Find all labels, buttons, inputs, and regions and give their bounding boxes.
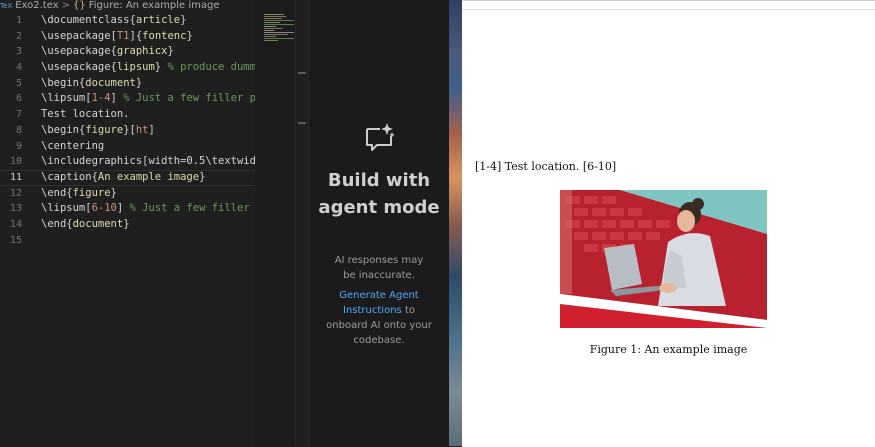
symbol-icon: {} <box>73 0 86 11</box>
code-text[interactable]: \lipsum[1-4] % Just a few filler p <box>41 91 256 107</box>
code-text[interactable]: \caption{An example image} <box>41 171 205 185</box>
minimap-row <box>264 22 280 23</box>
code-text[interactable]: \begin{figure}[ht] <box>41 123 155 139</box>
breadcrumb-separator: > <box>61 0 70 11</box>
minimap-row <box>264 28 282 29</box>
figure-caption: Figure 1: An example image <box>589 343 748 356</box>
minimap-row <box>264 38 294 39</box>
breadcrumb-symbol[interactable]: Figure: An example image <box>89 0 220 11</box>
minimap-row <box>264 36 276 37</box>
code-text[interactable]: \usepackage[T1]{fontenc} <box>41 29 193 45</box>
line-number: 7 <box>15 109 22 121</box>
line-number: 14 <box>9 218 22 230</box>
code-line[interactable]: 8 \begin{figure}[ht] <box>0 123 255 139</box>
minimap-row <box>264 30 274 31</box>
minimap-row <box>264 14 284 15</box>
tex-file-icon: TeX <box>0 2 13 10</box>
breadcrumb-file[interactable]: Exo2.tex <box>15 0 58 11</box>
code-line[interactable]: 12 \end{figure} <box>0 186 255 202</box>
code-line[interactable]: 1 \documentclass{article} <box>0 13 255 29</box>
line-number: 6 <box>15 93 22 105</box>
code-line[interactable]: 5 \begin{document} <box>0 76 255 92</box>
minimap-row <box>264 40 278 41</box>
code-text[interactable]: \end{document} <box>41 217 130 233</box>
line-number: 12 <box>9 187 22 199</box>
desktop-wallpaper <box>449 0 462 446</box>
scrollbar-marker <box>298 72 306 74</box>
line-number: 3 <box>15 46 22 58</box>
minimap[interactable] <box>255 0 295 446</box>
pdf-body-text: [1-4] Test location. [6-10] <box>475 160 617 173</box>
code-editor[interactable]: TeX Exo2.tex >{} Figure: An example image 1… <box>0 0 256 446</box>
agent-panel: Build with agent mode AI responses may b… <box>308 0 449 446</box>
minimap-row <box>264 18 282 19</box>
code-text[interactable]: \documentclass{article} <box>41 13 186 29</box>
code-line[interactable]: 13 \lipsum[6-10] % Just a few filler <box>0 201 255 217</box>
code-line[interactable]: 6 \lipsum[1-4] % Just a few filler p <box>0 91 256 107</box>
minimap-row <box>264 34 288 35</box>
code-text[interactable]: \usepackage{graphicx} <box>41 44 174 60</box>
example-image <box>560 190 767 328</box>
code-line[interactable]: 9 \centering <box>0 139 255 155</box>
minimap-row <box>264 20 294 21</box>
code-text[interactable]: \lipsum[6-10] % Just a few filler <box>41 201 256 217</box>
line-number: 13 <box>9 203 22 215</box>
agent-title: Build with agent mode <box>318 170 440 218</box>
line-number: 10 <box>9 156 22 168</box>
code-text[interactable]: \centering <box>41 139 104 155</box>
code-text[interactable]: \begin{document} <box>41 76 142 92</box>
line-number: 2 <box>15 30 22 42</box>
code-line[interactable]: 4 \usepackage{lipsum} % produce dumm <box>0 60 256 76</box>
line-number: 9 <box>15 140 22 152</box>
code-text[interactable]: Test location. <box>41 107 130 123</box>
minimap-row <box>264 24 294 25</box>
line-number: 8 <box>15 124 22 136</box>
line-number: 1 <box>15 15 22 26</box>
agent-disclaimer: AI responses may be inaccurate. <box>334 255 424 281</box>
line-number: 5 <box>15 77 22 89</box>
code-line-current[interactable]: 11 \caption{An example image} <box>0 169 255 186</box>
line-number: 11 <box>9 171 22 183</box>
code-line[interactable]: 15 <box>0 233 255 249</box>
minimap-row <box>264 26 276 27</box>
scrollbar-marker <box>298 122 306 124</box>
editor-scrollbar[interactable] <box>295 0 308 446</box>
minimap-row <box>264 32 294 33</box>
code-line[interactable]: 3 \usepackage{graphicx} <box>0 44 255 60</box>
code-text[interactable]: \end{figure} <box>41 186 117 202</box>
line-number: 4 <box>15 62 22 74</box>
code-text[interactable]: \usepackage{lipsum} % produce dumm <box>41 60 256 76</box>
code-line[interactable]: 7 Test location. <box>0 107 255 123</box>
code-line[interactable]: 10 \includegraphics[width=0.5\textwid <box>0 154 256 170</box>
code-line[interactable]: 14 \end{document} <box>0 217 255 233</box>
line-number: 15 <box>9 234 22 246</box>
pdf-preview[interactable]: [1-4] Test location. [6-10] Figure 1: An… <box>462 0 875 447</box>
breadcrumb: TeX Exo2.tex >{} Figure: An example image <box>0 0 255 12</box>
minimap-row <box>264 16 286 17</box>
agent-instructions: Generate Agent Instructions to onboard A… <box>323 288 435 348</box>
chat-sparkle-icon <box>366 123 395 151</box>
code-line[interactable]: 2 \usepackage[T1]{fontenc} <box>0 29 255 45</box>
code-lines[interactable]: 1 \documentclass{article} 2 \usepackage[T1… <box>0 13 256 249</box>
code-text[interactable]: \includegraphics[width=0.5\textwid <box>41 154 256 170</box>
